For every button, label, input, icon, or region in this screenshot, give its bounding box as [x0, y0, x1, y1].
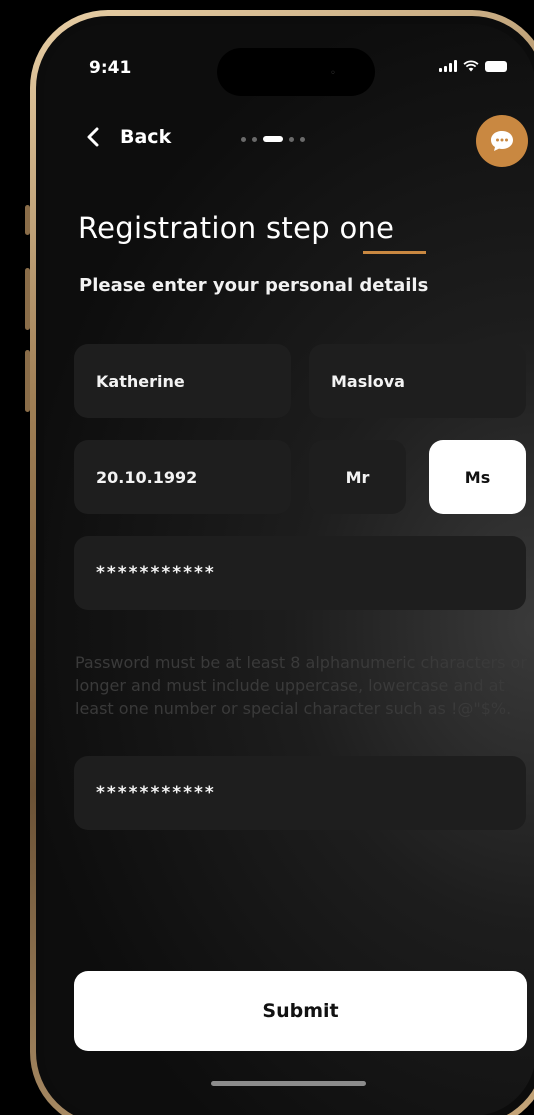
home-indicator [211, 1081, 366, 1086]
back-chevron-icon [87, 127, 99, 147]
submit-button[interactable]: Submit [74, 971, 527, 1051]
wifi-icon [463, 60, 479, 72]
step-dot [241, 136, 246, 142]
signal-icon [439, 60, 457, 72]
phone-bezel: 9:41 ◦ Back Registration step one Please… [36, 16, 534, 1115]
step-indicator [241, 136, 305, 142]
battery-icon [485, 60, 507, 72]
chat-bubble-icon [491, 131, 513, 151]
password-hint: Password must be at least 8 alphanumeric… [75, 653, 527, 718]
last-name-field[interactable]: Maslova [309, 344, 526, 418]
back-label: Back [120, 126, 172, 148]
title-option-mr[interactable]: Mr [309, 440, 406, 514]
password-field[interactable]: *********** [74, 536, 526, 610]
title-option-ms[interactable]: Ms [429, 440, 526, 514]
app-screen: 9:41 ◦ Back Registration step one Please… [44, 24, 534, 1115]
confirm-password-field[interactable]: *********** [74, 756, 526, 830]
back-button[interactable]: Back [84, 126, 171, 148]
phone-frame: 9:41 ◦ Back Registration step one Please… [30, 10, 534, 1115]
step-dot [300, 136, 305, 142]
page-title: Registration step one [78, 211, 395, 245]
first-name-field[interactable]: Katherine [74, 344, 291, 418]
chat-button[interactable] [476, 115, 528, 167]
page-subtitle: Please enter your personal details [79, 275, 429, 296]
dynamic-island: ◦ [217, 48, 375, 96]
status-time: 9:41 [89, 58, 132, 78]
birth-date-field[interactable]: 20.10.1992 [74, 440, 291, 514]
title-accent-underline [363, 251, 426, 254]
step-dot [289, 136, 294, 142]
step-dot-active [263, 136, 283, 142]
step-dot [252, 136, 257, 142]
camera-icon: ◦ [330, 68, 336, 79]
status-icons [439, 60, 507, 72]
